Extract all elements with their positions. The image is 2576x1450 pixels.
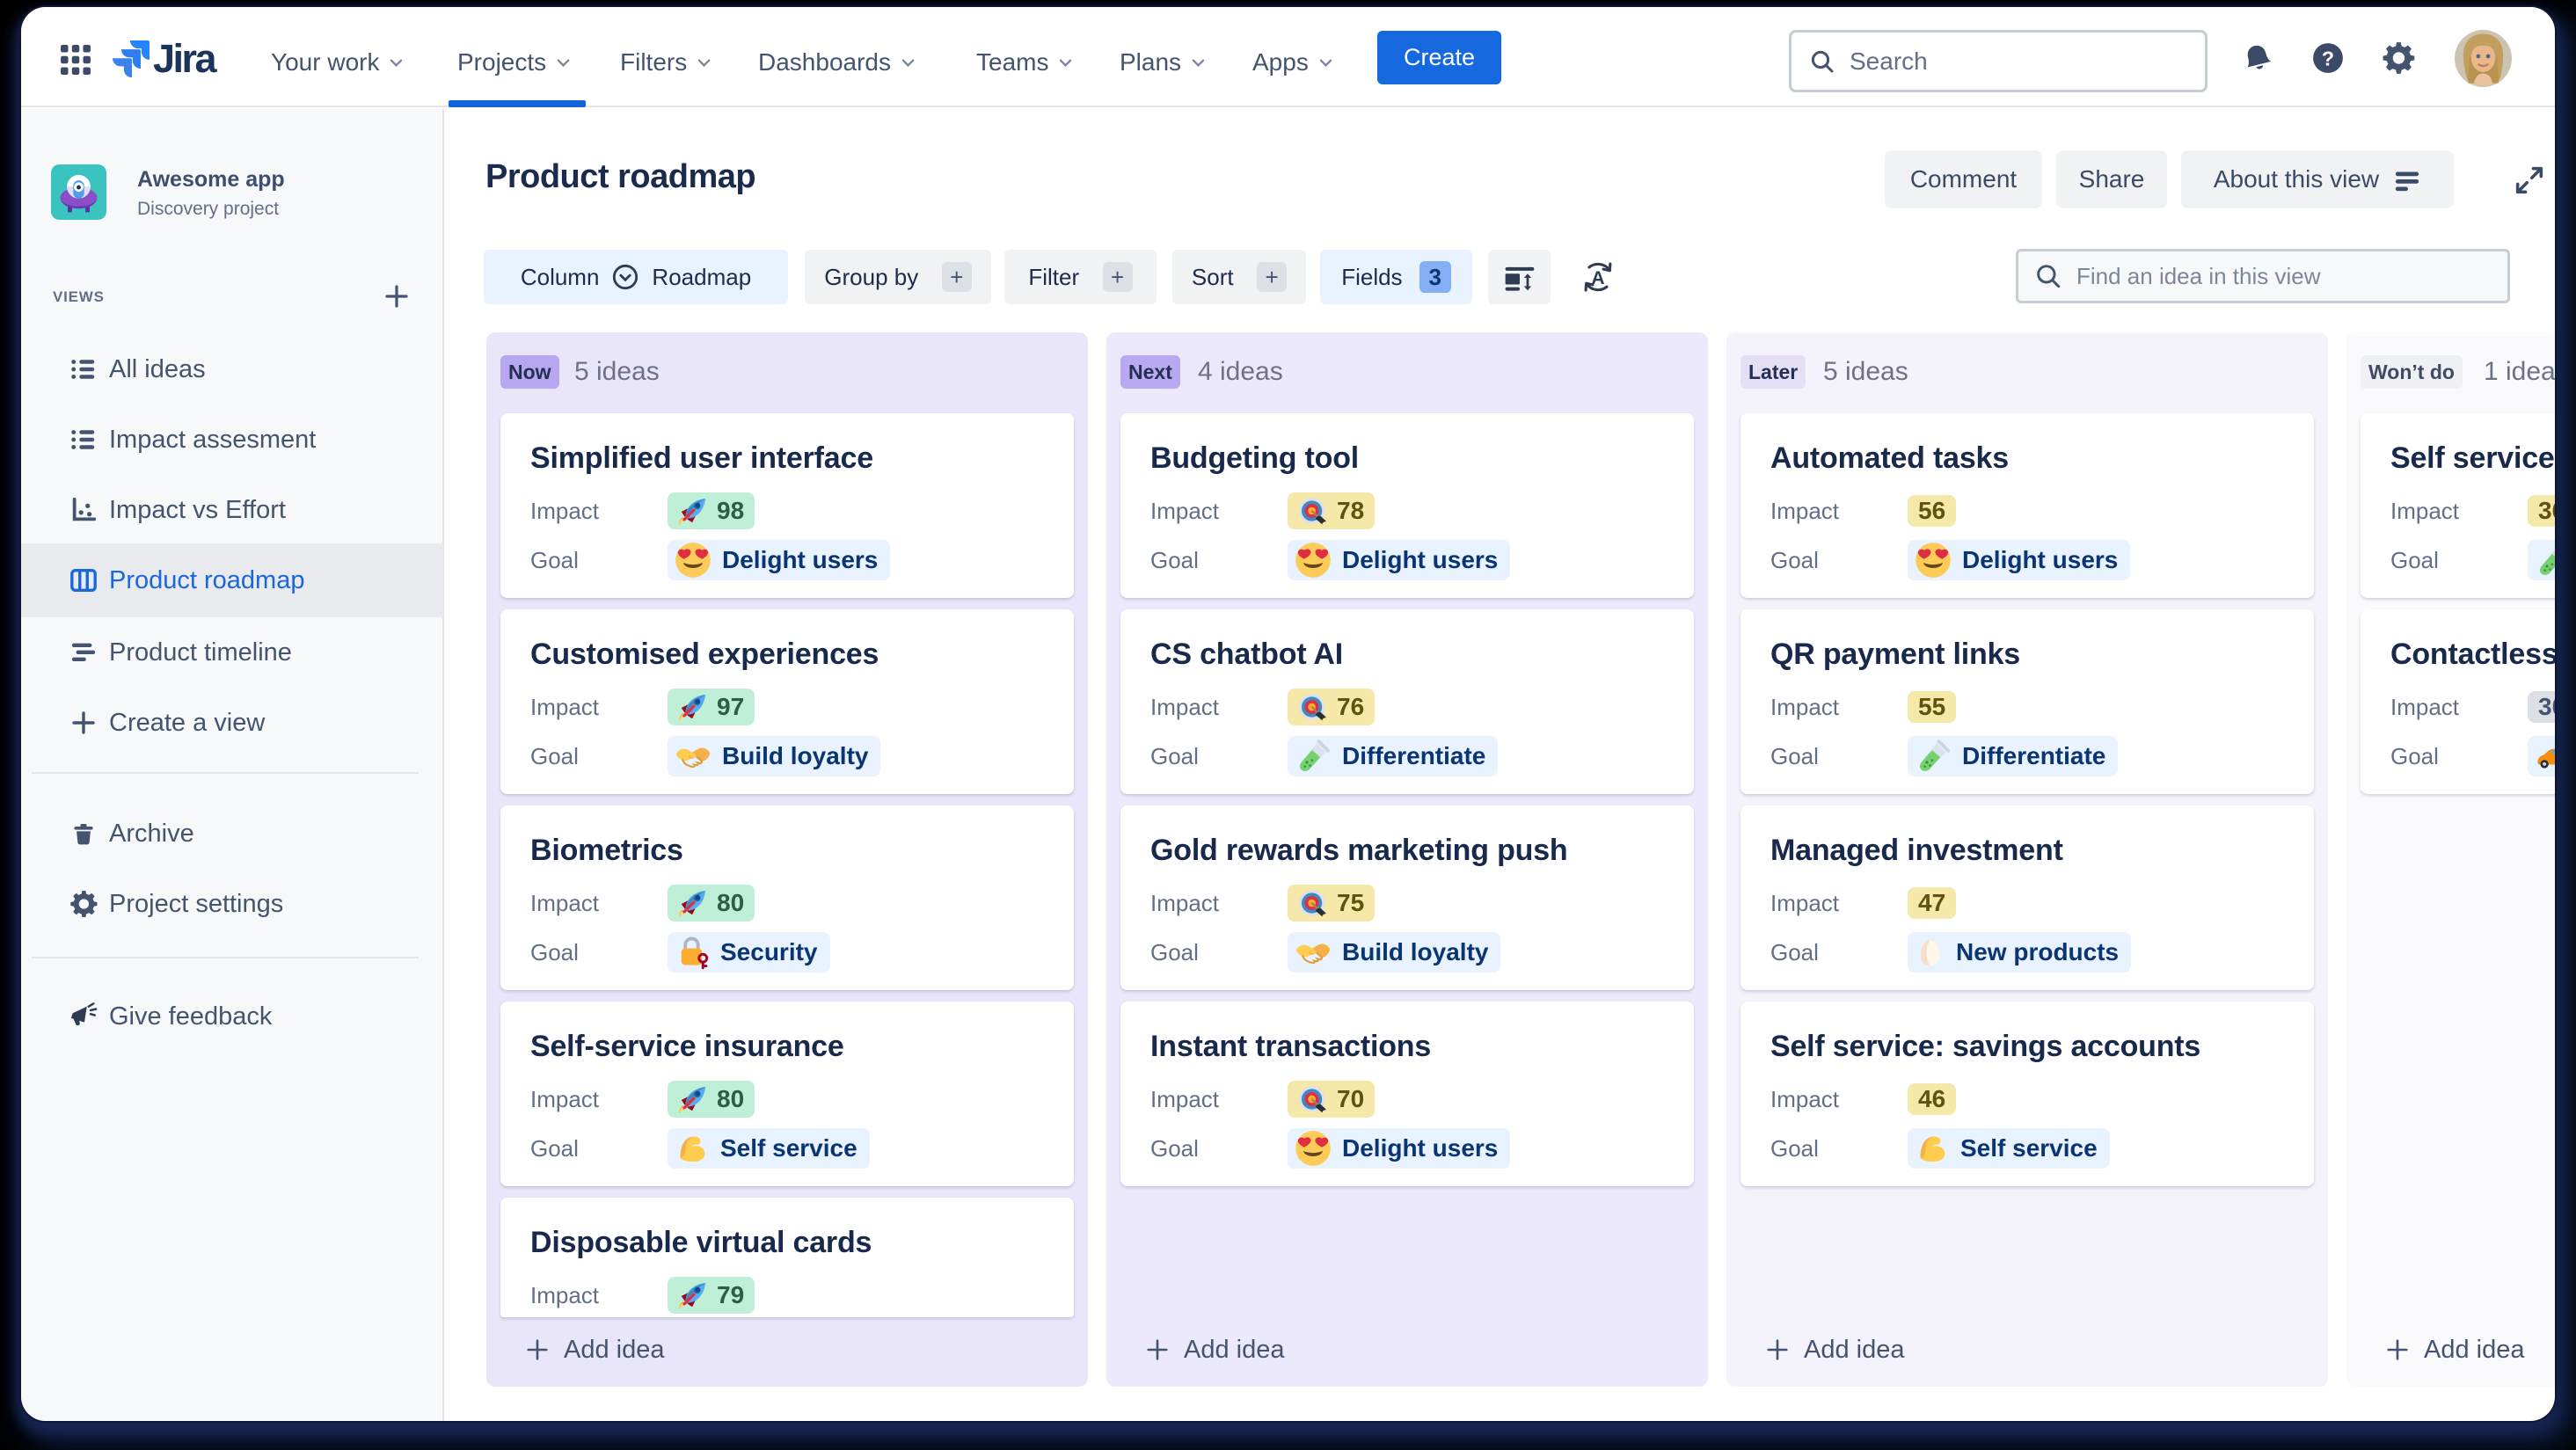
svg-text:A: A xyxy=(1591,268,1604,288)
